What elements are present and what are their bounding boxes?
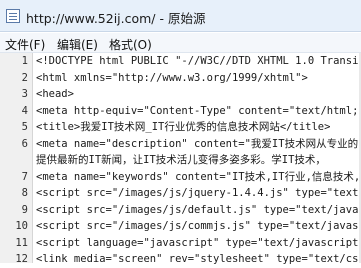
line-number: 4 [21,104,28,117]
line-number: 9 [21,203,28,216]
window-title: http://www.52ij.com/ - 原始源 [26,11,206,26]
line-number-gutter: 1 2 3 4 5 6 7 8 9 10 11 12 [0,53,33,265]
source-editor[interactable]: 1 2 3 4 5 6 7 8 9 10 11 12 <!DOCTYPE html PUBLIC "-… [0,53,361,265]
line-number: 2 [21,71,28,84]
code-line: <link media="screen" rev="stylesheet" ty… [36,253,361,265]
source-code[interactable]: <!DOCTYPE html PUBLIC "-//W3C//DTD XHTML… [36,53,361,268]
line-number: 8 [21,187,28,199]
code-line: <meta name="keywords" content="IT技术,IT行业… [36,170,361,183]
code-line: 提供最新的IT新闻，让IT技术活儿变得多姿多彩。学IT技术， [36,154,326,166]
line-number: 11 [15,236,28,249]
title-bar: http://www.52ij.com/ - 原始源 [0,0,361,32]
code-line: <!DOCTYPE html PUBLIC "-//W3C//DTD XHTML… [36,55,361,67]
code-line: <html xmlns="http://www.w3.org/1999/xhtm… [36,71,308,84]
line-number: 10 [15,220,28,232]
code-line: <head> [36,88,74,100]
code-line: <script src="/images/js/commjs.js" type=… [36,220,361,232]
code-line: <meta name="description" content="我爱IT技术… [36,137,359,150]
code-line: <script src="/images/js/jquery-1.4.4.js"… [36,187,361,199]
code-line: <title>我爱IT技术网_IT行业优秀的信息技术网站</title> [36,121,331,133]
line-number: 1 [21,55,28,67]
notepad-icon [6,9,20,23]
line-number [0,152,28,169]
code-line: <script src="/images/js/default.js" type… [36,203,361,216]
menu-format[interactable]: 格式(O) [109,36,152,53]
line-number: 6 [21,137,28,150]
menu-edit[interactable]: 编辑(E) [57,36,98,53]
menu-file[interactable]: 文件(F) [5,36,45,53]
line-number: 12 [15,253,28,265]
line-number: 3 [21,88,28,100]
code-line: <script language="javascript" type="text… [36,236,361,249]
menu-bar: 文件(F) 编辑(E) 格式(O) [0,33,361,53]
line-number: 5 [21,121,28,133]
line-number: 7 [21,170,28,183]
code-line: <meta http-equiv="Content-Type" content=… [36,104,361,117]
